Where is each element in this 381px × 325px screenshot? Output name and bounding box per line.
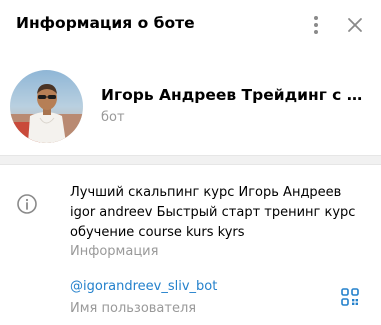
bot-status: бот [101,110,125,125]
profile-section: Игорь Андреев Трейдинг с нул... бот [0,60,381,155]
username-label: Имя пользователя [70,301,197,316]
close-button[interactable] [342,12,368,38]
qr-code-button[interactable] [340,287,360,307]
panel-header: Информация о боте [0,0,381,50]
bot-description: Лучший скальпинг курс Игорь Андреев igor… [70,185,356,240]
bot-info-panel: Информация о боте Игорь Андреев Трейдинг… [0,0,381,325]
panel-title: Информация о боте [16,14,195,32]
info-icon [16,193,38,215]
more-vertical-icon [314,16,318,34]
qr-code-icon [341,288,359,306]
close-icon [348,18,362,32]
section-divider [0,155,381,165]
username-link[interactable]: @igorandreev_sliv_bot [70,279,217,294]
bot-name: Игорь Андреев Трейдинг с нул... [101,86,369,104]
more-options-button[interactable] [304,12,328,38]
avatar[interactable] [10,70,83,143]
description-label: Информация [70,244,159,259]
